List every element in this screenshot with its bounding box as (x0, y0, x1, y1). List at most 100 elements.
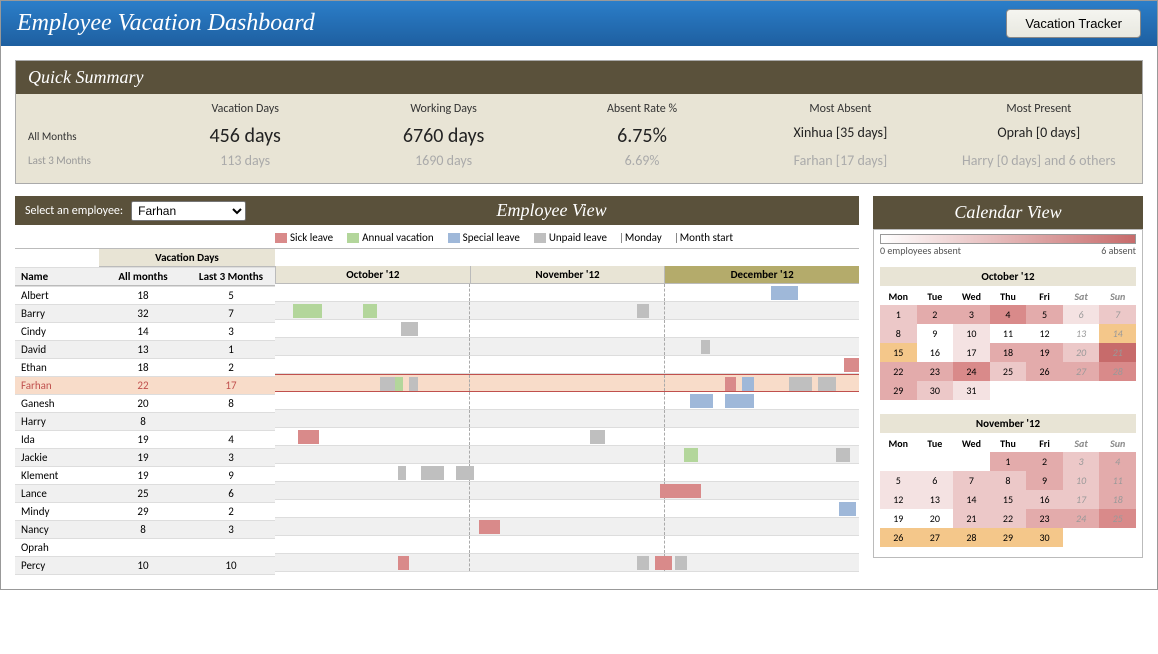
table-row[interactable]: Barry327 (15, 305, 275, 323)
calendar-day[interactable]: 11 (990, 324, 1027, 343)
calendar-day[interactable]: 5 (880, 471, 917, 490)
calendar-day[interactable]: 26 (1026, 362, 1063, 381)
calendar-day[interactable]: 30 (1026, 528, 1063, 547)
calendar-day[interactable]: 14 (953, 490, 990, 509)
table-row[interactable]: Oprah (15, 539, 275, 557)
calendar-day[interactable]: 7 (1099, 305, 1136, 324)
table-row[interactable]: Mindy292 (15, 503, 275, 521)
gantt-block (660, 484, 701, 498)
calendar-day[interactable]: 2 (917, 305, 954, 324)
calendar-day[interactable]: 1 (880, 305, 917, 324)
calendar-day[interactable]: 2 (1026, 452, 1063, 471)
calendar-day[interactable]: 23 (1026, 509, 1063, 528)
gantt-block (789, 377, 812, 391)
calendar-day[interactable]: 8 (990, 471, 1027, 490)
calendar-day[interactable]: 31 (953, 381, 990, 400)
calendar-day[interactable]: 18 (1099, 490, 1136, 509)
calendar-day[interactable]: 3 (1063, 452, 1100, 471)
swatch-annual (347, 233, 359, 243)
calendar-day[interactable]: 12 (880, 490, 917, 509)
table-row[interactable]: Nancy83 (15, 521, 275, 539)
employee-table: Vacation Days Name All months Last 3 Mon… (15, 248, 275, 575)
table-row[interactable]: Farhan2217 (15, 377, 275, 395)
calendar-day[interactable]: 17 (1063, 490, 1100, 509)
calendar-day[interactable]: 24 (953, 362, 990, 381)
gantt-row (275, 374, 859, 392)
table-row[interactable]: Percy1010 (15, 557, 275, 575)
val-all-present: Oprah [0 days] (948, 124, 1130, 148)
calendar-day[interactable]: 4 (990, 305, 1027, 324)
gantt-block (844, 358, 859, 372)
calendar-day[interactable]: 12 (1026, 324, 1063, 343)
calendar-day[interactable]: 21 (1099, 343, 1136, 362)
table-row[interactable]: Ethan182 (15, 359, 275, 377)
gantt-block (395, 377, 404, 391)
calendar-day[interactable]: 28 (1099, 362, 1136, 381)
calendar-day[interactable]: 24 (1063, 509, 1100, 528)
calendar-day[interactable]: 20 (1063, 343, 1100, 362)
table-row[interactable]: Ganesh208 (15, 395, 275, 413)
calendar-day[interactable]: 10 (953, 324, 990, 343)
table-row[interactable]: Jackie193 (15, 449, 275, 467)
calendar-day[interactable]: 14 (1099, 324, 1136, 343)
calendar-day[interactable]: 18 (990, 343, 1027, 362)
calendar-day[interactable]: 13 (1063, 324, 1100, 343)
calendar-month: November '12MonTueWedThuFriSatSun1234567… (874, 410, 1142, 557)
calendar-day[interactable]: 11 (1099, 471, 1136, 490)
calendar-day[interactable]: 19 (880, 509, 917, 528)
calendar-day[interactable]: 9 (1026, 471, 1063, 490)
table-row[interactable]: Albert185 (15, 287, 275, 305)
calendar-day[interactable]: 6 (1063, 305, 1100, 324)
calendar-day[interactable]: 16 (1026, 490, 1063, 509)
calendar-day[interactable]: 21 (953, 509, 990, 528)
calendar-day[interactable]: 8 (880, 324, 917, 343)
calendar-day[interactable]: 9 (917, 324, 954, 343)
calendar-day[interactable]: 1 (990, 452, 1027, 471)
gantt-block (398, 556, 410, 570)
calendar-day[interactable]: 25 (1099, 509, 1136, 528)
calendar-day[interactable]: 26 (880, 528, 917, 547)
calendar-day[interactable]: 27 (1063, 362, 1100, 381)
calendar-day[interactable]: 30 (917, 381, 954, 400)
gantt-block (363, 304, 378, 318)
calendar-day[interactable]: 6 (917, 471, 954, 490)
gantt-block (771, 286, 797, 300)
row-all-months: All Months (28, 130, 138, 143)
calendar-day[interactable]: 25 (990, 362, 1027, 381)
employee-select[interactable]: Farhan (131, 201, 246, 221)
calendar-day[interactable]: 5 (1026, 305, 1063, 324)
gantt-block (380, 377, 395, 391)
gantt-block (409, 377, 418, 391)
calendar-day[interactable]: 7 (953, 471, 990, 490)
table-row[interactable]: David131 (15, 341, 275, 359)
calendar-day[interactable]: 17 (953, 343, 990, 362)
table-row[interactable]: Lance256 (15, 485, 275, 503)
gantt-block (456, 466, 474, 480)
swatch-special (448, 233, 460, 243)
vacation-tracker-button[interactable]: Vacation Tracker (1006, 9, 1141, 38)
calendar-day[interactable]: 19 (1026, 343, 1063, 362)
calendar-day[interactable]: 3 (953, 305, 990, 324)
gantt-block (655, 556, 673, 570)
table-row[interactable]: Ida194 (15, 431, 275, 449)
gantt-row (275, 428, 859, 446)
calendar-day[interactable]: 23 (917, 362, 954, 381)
calendar-day[interactable]: 13 (917, 490, 954, 509)
calendar-day[interactable]: 22 (880, 362, 917, 381)
calendar-day[interactable]: 4 (1099, 452, 1136, 471)
calendar-day[interactable]: 28 (953, 528, 990, 547)
table-row[interactable]: Cindy143 (15, 323, 275, 341)
calendar-day[interactable]: 15 (880, 343, 917, 362)
calendar-day[interactable]: 29 (880, 381, 917, 400)
calendar-day[interactable]: 27 (917, 528, 954, 547)
calendar-day[interactable]: 15 (990, 490, 1027, 509)
calendar-day[interactable]: 29 (990, 528, 1027, 547)
table-row[interactable]: Klement199 (15, 467, 275, 485)
gantt-row (275, 482, 859, 500)
table-row[interactable]: Harry8 (15, 413, 275, 431)
calendar-day[interactable]: 22 (990, 509, 1027, 528)
calendar-day[interactable]: 10 (1063, 471, 1100, 490)
calendar-day[interactable]: 20 (917, 509, 954, 528)
calendar-day[interactable]: 16 (917, 343, 954, 362)
col-vacation-days: Vacation Days (154, 102, 336, 120)
